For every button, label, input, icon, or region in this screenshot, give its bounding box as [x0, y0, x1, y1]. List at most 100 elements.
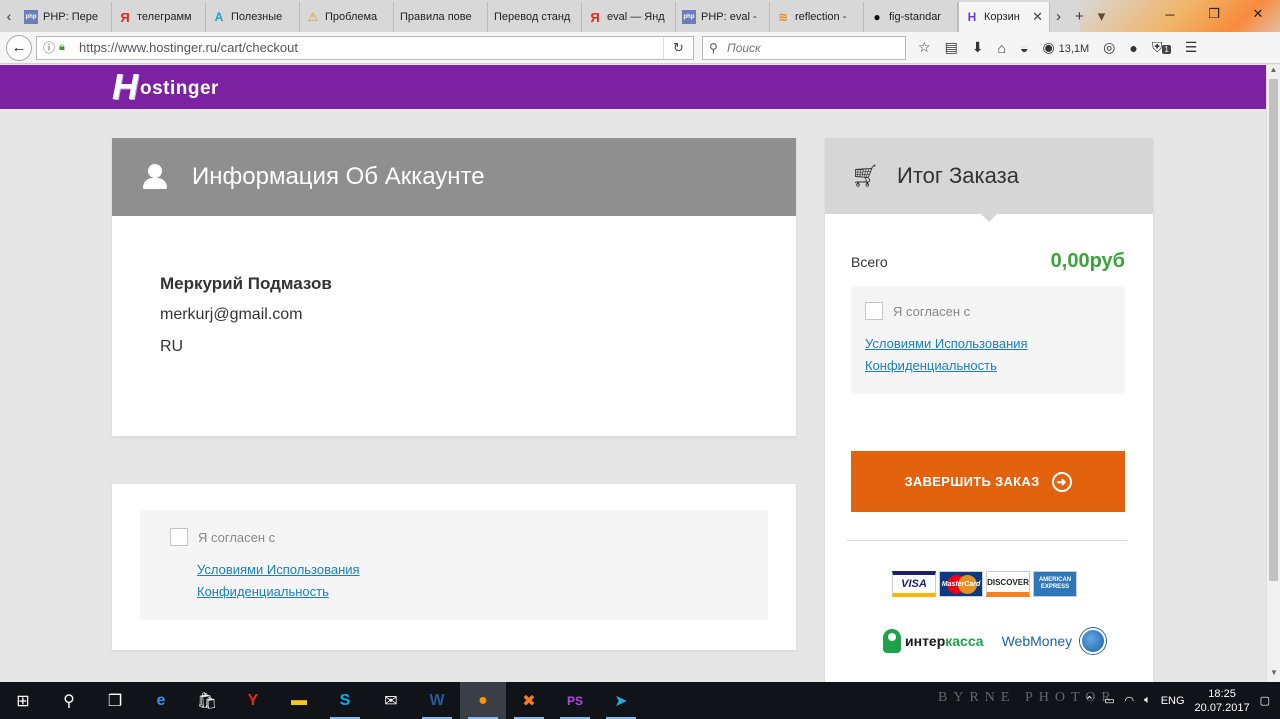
reading-list-icon[interactable]: ▤	[945, 39, 958, 56]
browser-tab[interactable]: Перевод станд	[488, 2, 582, 32]
tab-tools: › + ▾	[1056, 0, 1105, 32]
payment-cards: VISA MasterCard DISCOVER AMERICAN EXPRES…	[892, 571, 1077, 597]
clock[interactable]: 18:25 20.07.2017	[1195, 687, 1250, 715]
tab-list-icon[interactable]: ▾	[1098, 7, 1106, 25]
edge-icon[interactable]: e	[138, 682, 184, 719]
memory-extension[interactable]: ◉ 13,1M	[1042, 39, 1089, 56]
browser-tab[interactable]: php PHP: Пере	[18, 2, 112, 32]
arrow-circle-right-icon: ➜	[1051, 471, 1072, 492]
amex-text: AMERICAN EXPRESS	[1038, 577, 1072, 590]
tray-chevron-icon[interactable]: ⌃	[1085, 694, 1094, 707]
search-icon: ⚲	[709, 40, 718, 55]
browser-tab-active[interactable]: H Корзин ✕	[958, 2, 1050, 32]
site-header: H ostinger	[0, 65, 1266, 109]
firefox-icon[interactable]: ●	[460, 682, 506, 719]
summary-title: Итог Заказа	[897, 163, 1019, 188]
search-input[interactable]	[727, 40, 905, 55]
browser-tab[interactable]: Яeval — Янд	[582, 2, 676, 32]
page-scrollbar[interactable]: ▲ ▼	[1266, 65, 1280, 682]
browser-tab[interactable]: A Полезные	[206, 2, 300, 32]
discover-text: DISCOVER	[987, 577, 1029, 587]
terms-of-use-link[interactable]: Условиями Использования	[197, 562, 360, 577]
battery-icon[interactable]: ▭	[1104, 694, 1114, 707]
php-favicon-icon: php	[682, 10, 696, 24]
download-icon[interactable]: ⬇	[972, 39, 984, 56]
search-bar[interactable]: ⚲	[702, 35, 906, 60]
browser-tab[interactable]: Ятелеграмм	[112, 2, 206, 32]
new-tab-icon[interactable]: +	[1075, 8, 1084, 25]
visa-logo: VISA	[892, 571, 936, 597]
mail-icon[interactable]: ✉	[368, 682, 414, 719]
url-text[interactable]: https://www.hostinger.ru/cart/checkout	[79, 40, 663, 55]
browser-tab[interactable]: ≋ reflection -	[770, 2, 864, 32]
browser-tab[interactable]: Правила пове	[394, 2, 488, 32]
hostinger-logo[interactable]: H ostinger	[112, 69, 219, 105]
ublock-icon: ⛨	[1151, 39, 1163, 55]
total-row: Всего 0,00руб	[851, 250, 1125, 273]
interkassa-text-b: касса	[945, 633, 984, 649]
back-button[interactable]: ←	[6, 34, 32, 61]
clock-date: 20.07.2017	[1194, 701, 1250, 714]
ublock-extension[interactable]: ⛨ 1	[1152, 39, 1171, 56]
browser-tab[interactable]: ● fig-standar	[864, 2, 958, 32]
interkassa-text: интеркасса	[905, 633, 984, 649]
summary-privacy-link[interactable]: Конфиденциальность	[865, 358, 997, 373]
yandex-favicon-icon: Я	[120, 9, 130, 25]
php-favicon-icon: php	[24, 10, 38, 24]
terms-box: Я согласен с Условиями Использования Кон…	[140, 510, 768, 620]
order-summary-card: 🛒︎ Итог Заказа Всего 0,00руб Я согласен …	[825, 138, 1153, 682]
info-icon[interactable]: ⓘ	[43, 39, 59, 56]
windows-start-icon[interactable]: ⊞	[0, 682, 46, 719]
account-info-card: Информация Об Аккаунте Меркурий Подмазов…	[112, 138, 796, 436]
file-explorer-icon[interactable]: ▬	[276, 682, 322, 719]
account-name: Меркурий Подмазов	[160, 274, 332, 293]
network-icon[interactable]: ◠	[1124, 694, 1134, 707]
xampp-icon[interactable]: ✖	[506, 682, 552, 719]
menu-icon[interactable]: ☰	[1185, 39, 1198, 56]
restore-icon[interactable]: ❐	[1192, 0, 1236, 28]
window-controls: ─ ❐ ✕	[1148, 0, 1280, 28]
home-icon[interactable]: ⌂	[998, 40, 1006, 56]
summary-terms-of-use-link[interactable]: Условиями Использования	[865, 336, 1028, 351]
scroll-down-icon[interactable]: ▼	[1267, 668, 1280, 682]
browser-tab[interactable]: ⚠ Проблема	[300, 2, 394, 32]
telegram-icon[interactable]: ➤	[598, 682, 644, 719]
amex-logo: AMERICAN EXPRESS	[1033, 571, 1077, 597]
bookmark-star-icon[interactable]: ☆	[918, 39, 931, 56]
complete-order-button[interactable]: ЗАВЕРШИТЬ ЗАКАЗ ➜	[851, 451, 1125, 512]
account-title: Информация Об Аккаунте	[192, 163, 485, 190]
yandex-browser-icon[interactable]: Y	[230, 682, 276, 719]
store-icon[interactable]: 🛍︎	[184, 682, 230, 719]
close-tab-icon[interactable]: ✕	[1032, 9, 1043, 25]
divider	[847, 540, 1127, 541]
pocket-icon[interactable]: ◒	[1020, 40, 1028, 56]
search-taskbar-icon[interactable]: ⚲	[46, 682, 92, 719]
browser-tab[interactable]: php PHP: eval -	[676, 2, 770, 32]
scroll-thumb[interactable]	[1269, 79, 1278, 581]
notifications-icon[interactable]: ▢	[1260, 694, 1270, 707]
arrow-left-icon: ←	[11, 39, 27, 56]
discover-logo: DISCOVER	[986, 571, 1030, 597]
word-icon[interactable]: W	[414, 682, 460, 719]
reload-icon[interactable]: ↻	[663, 36, 693, 59]
skype-icon[interactable]: S	[322, 682, 368, 719]
minimize-icon[interactable]: ─	[1148, 0, 1192, 28]
close-window-icon[interactable]: ✕	[1236, 0, 1280, 28]
agree-checkbox[interactable]	[170, 528, 188, 546]
address-bar[interactable]: ⓘ 🔒︎ https://www.hostinger.ru/cart/check…	[36, 35, 694, 60]
extension-icon[interactable]: ◎	[1103, 39, 1115, 56]
privacy-link[interactable]: Конфиденциальность	[197, 584, 329, 599]
user-icon	[142, 164, 168, 190]
header-pointer	[981, 214, 997, 222]
scroll-up-icon[interactable]: ▲	[1267, 65, 1280, 79]
phpstorm-icon[interactable]: PS	[552, 682, 598, 719]
globe-extension-icon[interactable]: ●	[1129, 40, 1137, 56]
tab-scroll-left-icon[interactable]: ‹	[0, 0, 18, 32]
task-view-icon[interactable]: ❒	[92, 682, 138, 719]
summary-agree-checkbox[interactable]	[865, 302, 883, 320]
yandex-favicon-icon: Я	[590, 9, 600, 25]
tab-scroll-right-icon[interactable]: ›	[1056, 8, 1061, 25]
mastercard-text: MasterCard	[941, 580, 981, 588]
volume-icon[interactable]: 🔈︎	[1144, 694, 1151, 707]
language-indicator[interactable]: ENG	[1161, 695, 1185, 707]
